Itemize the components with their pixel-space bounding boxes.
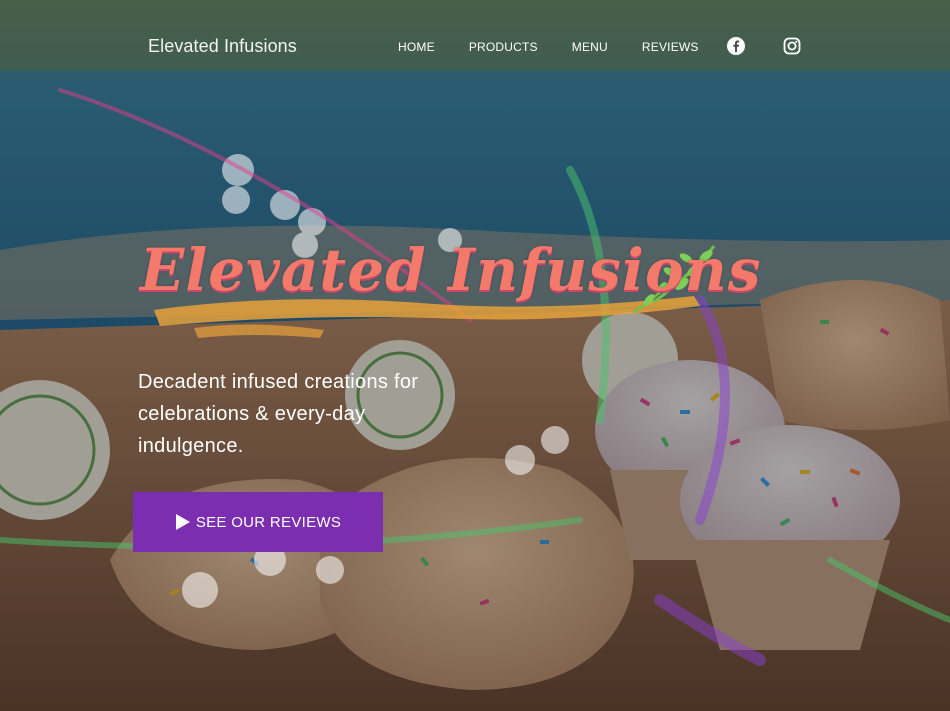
see-reviews-label: SEE OUR REVIEWS	[195, 513, 342, 531]
main-nav: HOME PRODUCTS MENU REVIEWS	[398, 40, 733, 54]
hero-tagline: Decadent infused creations for celebrati…	[138, 371, 419, 457]
nav-products[interactable]: PRODUCTS	[469, 40, 538, 54]
instagram-icon[interactable]	[782, 36, 802, 56]
see-reviews-button[interactable]: SEE OUR REVIEWS	[133, 492, 383, 552]
nav-menu[interactable]: MENU	[572, 40, 608, 54]
nav-home[interactable]: HOME	[398, 40, 435, 54]
nav-reviews[interactable]: REVIEWS	[642, 40, 699, 54]
hero-section: Elevated Infusions HOME PRODUCTS MENU RE…	[0, 0, 950, 711]
hero-background-image	[0, 0, 950, 711]
hero-logo: Elevated Infusions	[134, 232, 760, 352]
site-title-link[interactable]: Elevated Infusions	[148, 36, 297, 57]
site-header: Elevated Infusions HOME PRODUCTS MENU RE…	[0, 0, 950, 92]
facebook-icon[interactable]	[726, 36, 746, 56]
play-icon	[175, 514, 190, 530]
logo-wordmark: Elevated Infusions	[140, 236, 762, 304]
